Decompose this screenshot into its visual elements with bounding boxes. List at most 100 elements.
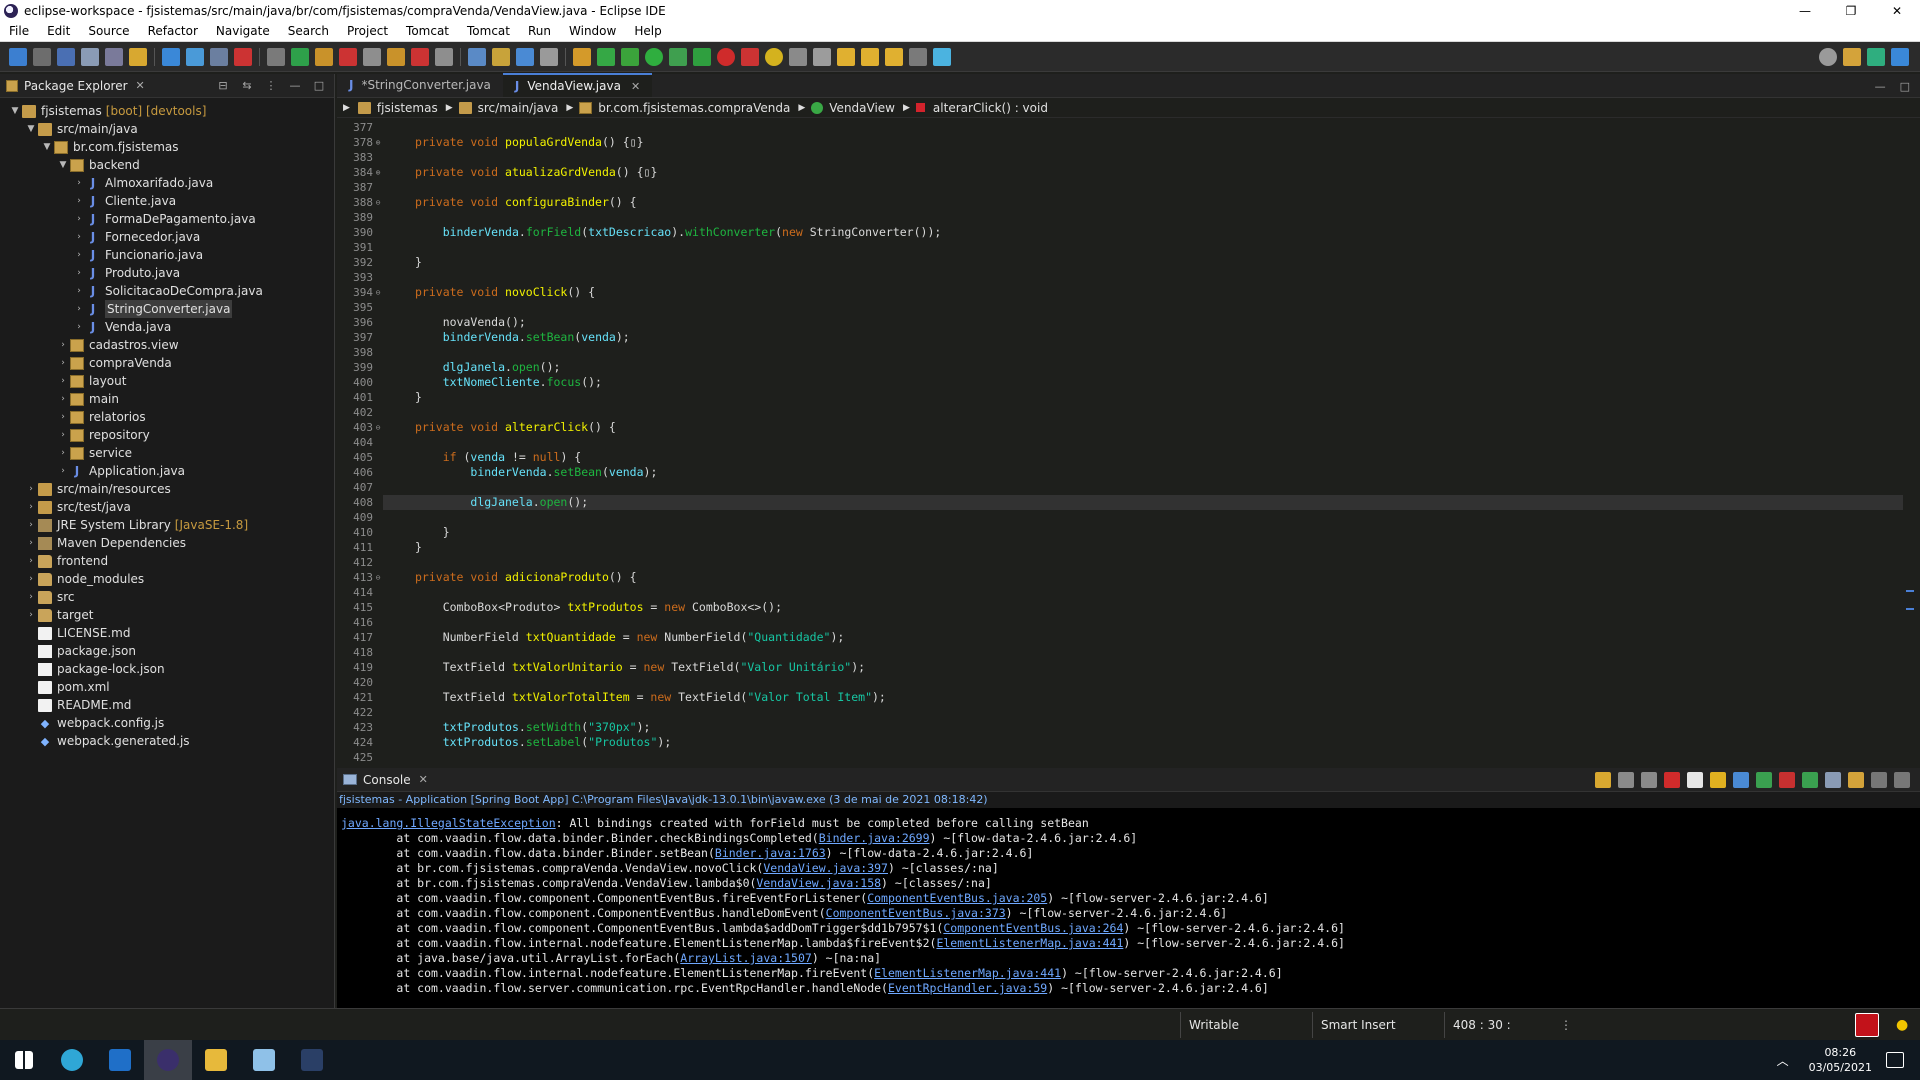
tree-item[interactable]: ▼ backend bbox=[0, 156, 334, 174]
coverage-icon[interactable] bbox=[669, 47, 687, 66]
relaunch-icon[interactable] bbox=[1595, 771, 1611, 788]
occurrence-marker[interactable] bbox=[1906, 608, 1914, 610]
breakpoint-icon[interactable] bbox=[234, 47, 252, 66]
menu-refactor[interactable]: Refactor bbox=[139, 21, 207, 42]
tree-item[interactable]: › J Venda.java bbox=[0, 318, 334, 336]
outlook-taskbar-icon[interactable] bbox=[96, 1040, 144, 1080]
tree-item[interactable]: › relatorios bbox=[0, 408, 334, 426]
code-line[interactable]: 393 bbox=[337, 270, 1920, 285]
perspective-icon[interactable] bbox=[1843, 48, 1861, 66]
code-line[interactable]: 391 bbox=[337, 240, 1920, 255]
clock[interactable]: 08:26 03/05/2021 bbox=[1809, 1045, 1872, 1075]
tree-item[interactable]: › service bbox=[0, 444, 334, 462]
last-edit-icon[interactable] bbox=[813, 47, 831, 66]
code-line[interactable]: 395 bbox=[337, 300, 1920, 315]
pin-console-icon[interactable] bbox=[1802, 771, 1818, 788]
run-icon[interactable] bbox=[645, 47, 663, 66]
chevron-down-icon[interactable]: ▼ bbox=[40, 138, 54, 156]
tree-item[interactable]: package-lock.json bbox=[0, 660, 334, 678]
console-tab[interactable]: Console bbox=[363, 773, 411, 787]
menu-source[interactable]: Source bbox=[79, 21, 138, 42]
code-line[interactable]: 416 bbox=[337, 615, 1920, 630]
pin-editor-icon[interactable] bbox=[933, 47, 951, 66]
breadcrumb-item-method[interactable]: alterarClick() : void bbox=[915, 101, 1048, 115]
stop-icon[interactable] bbox=[717, 47, 735, 66]
server-start-icon[interactable] bbox=[315, 47, 333, 66]
tree-item[interactable]: › target bbox=[0, 606, 334, 624]
tomcat-stop-icon[interactable] bbox=[411, 47, 429, 66]
tree-item[interactable]: › src/test/java bbox=[0, 498, 334, 516]
code-line[interactable]: 414 bbox=[337, 585, 1920, 600]
maximize-view-icon[interactable]: □ bbox=[1900, 80, 1910, 93]
tree-item[interactable]: package.json bbox=[0, 642, 334, 660]
chevron-right-icon[interactable]: › bbox=[24, 588, 38, 606]
eclipse-taskbar-icon[interactable] bbox=[144, 1040, 192, 1080]
code-editor[interactable]: 377 378 ⊕ private void populaGrdVenda() {▯}… bbox=[337, 120, 1920, 766]
tree-item[interactable]: ▼ src/main/java bbox=[0, 120, 334, 138]
save-icon[interactable] bbox=[33, 47, 51, 66]
source-link[interactable]: ComponentEventBus.java:373 bbox=[826, 906, 1006, 920]
menu-tomcat[interactable]: Tomcat bbox=[397, 21, 458, 42]
exception-link[interactable]: java.lang.IllegalStateException bbox=[341, 816, 556, 830]
chevron-right-icon[interactable]: › bbox=[72, 192, 86, 210]
open-type-icon[interactable] bbox=[468, 47, 486, 66]
spring-icon[interactable] bbox=[291, 47, 309, 66]
tomcat-restart-icon[interactable] bbox=[435, 47, 453, 66]
chevron-right-icon[interactable]: › bbox=[72, 210, 86, 228]
chevron-right-icon[interactable]: › bbox=[24, 498, 38, 516]
expand-fold-icon[interactable]: ⊕ bbox=[373, 165, 383, 180]
terminate-icon[interactable] bbox=[1664, 771, 1680, 788]
code-line[interactable]: 388 ⊖ private void configuraBinder() { bbox=[337, 195, 1920, 210]
search-tool-icon[interactable] bbox=[765, 47, 783, 66]
code-line[interactable]: 398 bbox=[337, 345, 1920, 360]
tab-vendaview[interactable]: J VendaView.java ✕ bbox=[502, 73, 653, 97]
tree-item[interactable]: › J SolicitacaoDeCompra.java bbox=[0, 282, 334, 300]
minimize-view-icon[interactable] bbox=[1871, 771, 1887, 788]
new-class-icon[interactable] bbox=[597, 47, 615, 66]
breadcrumb-item-srcfolder[interactable]: src/main/java ▶ bbox=[458, 101, 573, 115]
start-button[interactable] bbox=[0, 1040, 48, 1080]
chevron-right-icon[interactable]: › bbox=[56, 354, 70, 372]
chevron-right-icon[interactable]: › bbox=[56, 390, 70, 408]
status-menu-icon[interactable]: ⋮ bbox=[1560, 1018, 1572, 1032]
tree-item[interactable]: › J Application.java bbox=[0, 462, 334, 480]
tree-item[interactable]: › JRE System Library [JavaSE-1.8] bbox=[0, 516, 334, 534]
debug-perspective-icon[interactable] bbox=[1891, 48, 1909, 66]
cursor-position[interactable]: 408 : 30 : 11933 bbox=[1444, 1011, 1554, 1058]
chevron-down-icon[interactable]: ▼ bbox=[24, 120, 38, 138]
tree-item[interactable]: pom.xml bbox=[0, 678, 334, 696]
code-line[interactable]: 405 if (venda != null) { bbox=[337, 450, 1920, 465]
close-icon[interactable]: ✕ bbox=[631, 80, 640, 93]
console-output[interactable]: java.lang.IllegalStateException: All bin… bbox=[337, 808, 1920, 996]
prev-annotation-icon[interactable] bbox=[837, 47, 855, 66]
chevron-right-icon[interactable]: › bbox=[72, 318, 86, 336]
source-link[interactable]: ElementListenerMap.java:441 bbox=[936, 936, 1123, 950]
source-link[interactable]: VendaView.java:397 bbox=[763, 861, 888, 875]
save-all-icon[interactable] bbox=[57, 47, 75, 66]
debug-icon[interactable] bbox=[621, 47, 639, 66]
menu-search[interactable]: Search bbox=[279, 21, 338, 42]
code-line[interactable]: 425 bbox=[337, 750, 1920, 765]
code-line[interactable]: 402 bbox=[337, 405, 1920, 420]
tree-item[interactable]: › main bbox=[0, 390, 334, 408]
tree-item[interactable]: › Maven Dependencies bbox=[0, 534, 334, 552]
server-stop-icon[interactable] bbox=[339, 47, 357, 66]
minimize-view-icon[interactable]: — bbox=[1875, 80, 1886, 93]
chevron-right-icon[interactable]: › bbox=[56, 372, 70, 390]
annotation-icon[interactable] bbox=[789, 47, 807, 66]
word-wrap-icon[interactable] bbox=[516, 47, 534, 66]
source-link[interactable]: ComponentEventBus.java:264 bbox=[943, 921, 1123, 935]
tomcat-start-icon[interactable] bbox=[387, 47, 405, 66]
close-window-button[interactable]: ✕ bbox=[1874, 0, 1920, 21]
insert-mode-status[interactable]: Smart Insert bbox=[1312, 1011, 1444, 1038]
collapse-all-icon[interactable]: ⊟ bbox=[216, 79, 230, 93]
code-line[interactable]: 423 txtProdutos.setWidth("370px"); bbox=[337, 720, 1920, 735]
code-line[interactable]: 400 txtNomeCliente.focus(); bbox=[337, 375, 1920, 390]
code-line[interactable]: 401} bbox=[337, 390, 1920, 405]
tree-item[interactable]: LICENSE.md bbox=[0, 624, 334, 642]
build-icon[interactable] bbox=[105, 47, 123, 66]
code-line[interactable]: 409 bbox=[337, 510, 1920, 525]
chevron-right-icon[interactable]: › bbox=[56, 408, 70, 426]
display-console-icon[interactable] bbox=[1825, 771, 1841, 788]
source-link[interactable]: EventRpcHandler.java:59 bbox=[888, 981, 1047, 995]
